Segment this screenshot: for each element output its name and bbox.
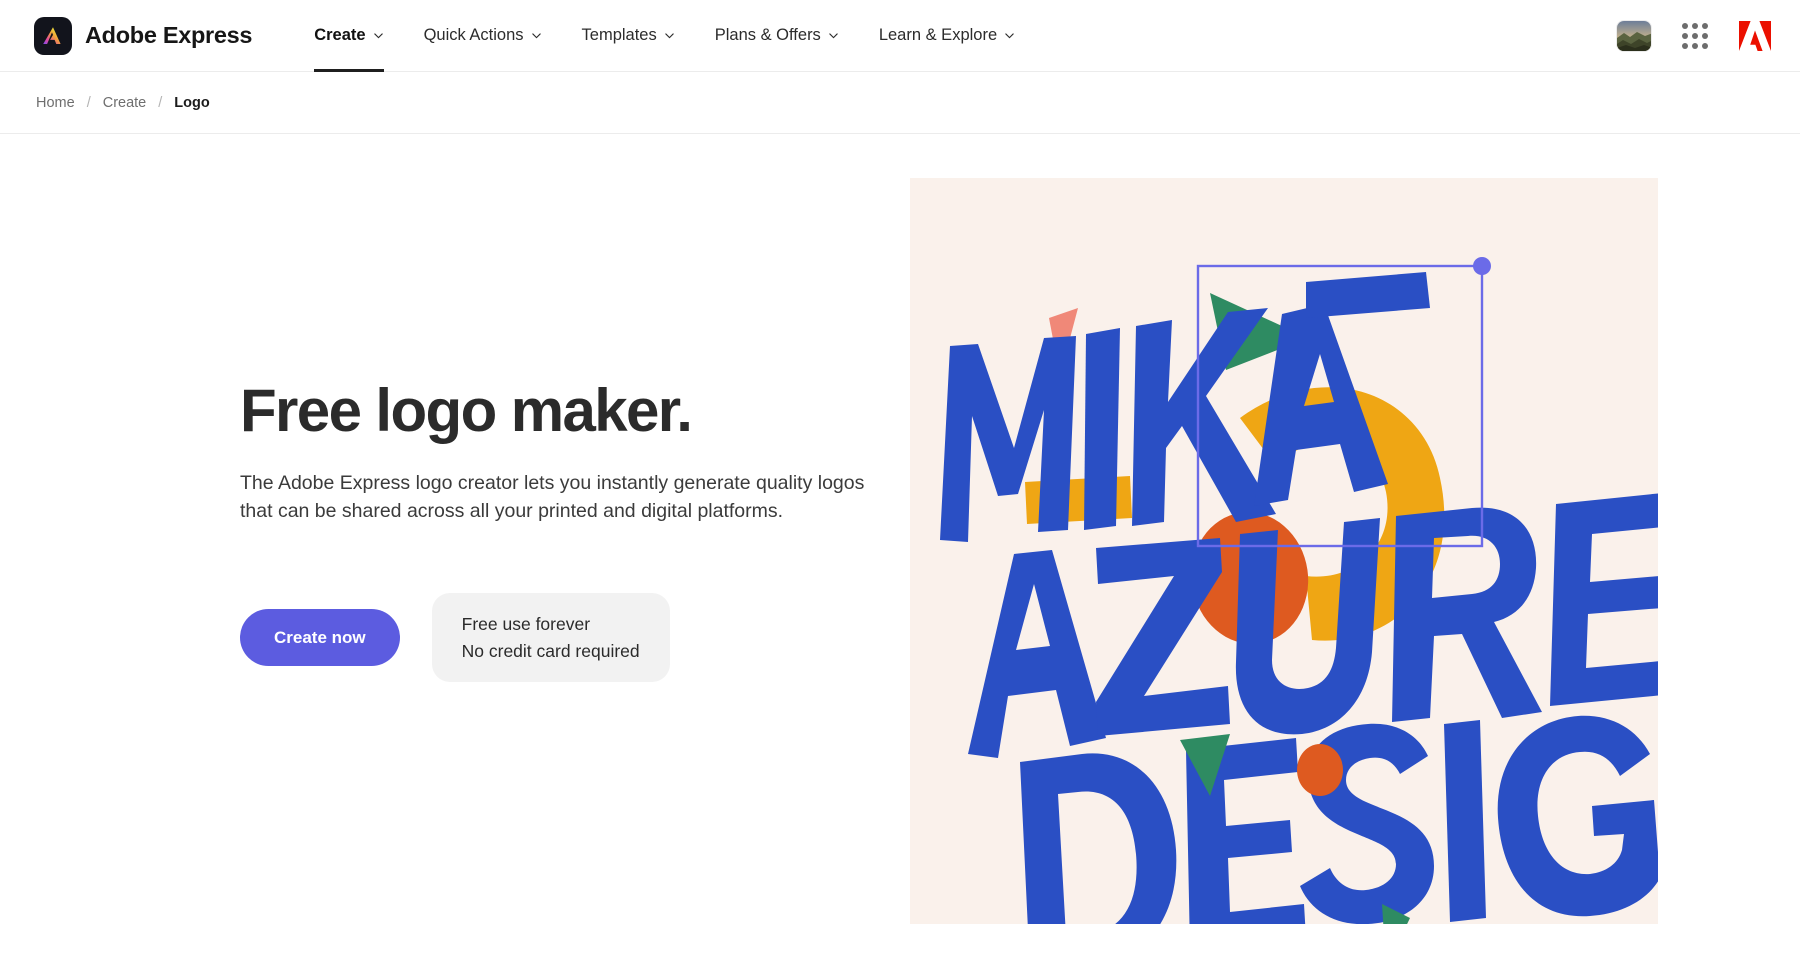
breadcrumb-separator: / bbox=[86, 94, 91, 111]
nav-item-templates-label: Templates bbox=[581, 26, 657, 44]
nav-item-quick-actions-label: Quick Actions bbox=[423, 26, 524, 44]
chevron-down-icon bbox=[664, 30, 675, 41]
free-use-line-1: Free use forever bbox=[461, 614, 591, 635]
breadcrumb-item-home[interactable]: Home bbox=[36, 95, 75, 111]
logo-preview-canvas[interactable] bbox=[910, 178, 1658, 924]
chevron-down-icon bbox=[373, 30, 384, 41]
chevron-down-icon bbox=[828, 30, 839, 41]
top-navigation-bar: Adobe Express Create Quick Actions Templ… bbox=[0, 0, 1800, 72]
nav-item-create[interactable]: Create bbox=[294, 0, 403, 72]
adobe-logo-icon[interactable] bbox=[1738, 20, 1772, 52]
nav-item-templates[interactable]: Templates bbox=[562, 0, 695, 72]
chevron-down-icon bbox=[1004, 30, 1015, 41]
brand-home-link[interactable]: Adobe Express bbox=[34, 16, 253, 55]
logo-text-mika bbox=[940, 272, 1430, 542]
logo-text-design bbox=[1020, 715, 1658, 924]
brand-name-label: Adobe Express bbox=[85, 22, 253, 48]
chevron-down-icon bbox=[531, 30, 542, 41]
primary-nav: Create Quick Actions Templates Plans & O… bbox=[294, 0, 1035, 72]
nav-item-plans-and-offers[interactable]: Plans & Offers bbox=[695, 0, 859, 72]
main-content: Free logo maker. The Adobe Express logo … bbox=[0, 134, 1800, 967]
cta-row: Create now Free use forever No credit ca… bbox=[240, 593, 880, 682]
breadcrumb-item-create[interactable]: Create bbox=[103, 95, 147, 111]
free-use-line-2: No credit card required bbox=[461, 640, 640, 661]
nav-item-create-label: Create bbox=[314, 26, 366, 44]
breadcrumb-separator: / bbox=[158, 94, 163, 111]
breadcrumb: Home / Create / Logo bbox=[36, 95, 210, 111]
user-avatar[interactable] bbox=[1616, 19, 1652, 52]
page-subtitle: The Adobe Express logo creator lets you … bbox=[240, 472, 865, 522]
breadcrumb-bar: Home / Create / Logo bbox=[0, 72, 1800, 134]
breadcrumb-item-logo: Logo bbox=[174, 94, 210, 111]
nav-item-quick-actions[interactable]: Quick Actions bbox=[404, 0, 562, 72]
orange-dot-shape bbox=[1297, 744, 1343, 796]
nav-right-actions bbox=[1616, 19, 1772, 52]
nav-item-learn-and-explore-label: Learn & Explore bbox=[878, 26, 998, 44]
create-now-button[interactable]: Create now bbox=[240, 609, 400, 667]
adobe-express-logo-icon bbox=[34, 16, 72, 55]
page-root: Adobe Express Create Quick Actions Templ… bbox=[0, 0, 1800, 967]
page-title: Free logo maker. bbox=[240, 377, 693, 444]
top-right-resize-handle bbox=[1473, 257, 1491, 275]
nav-item-plans-and-offers-label: Plans & Offers bbox=[714, 26, 821, 44]
hero-copy-block: Free logo maker. The Adobe Express logo … bbox=[240, 379, 880, 682]
logo-artwork bbox=[940, 257, 1658, 924]
free-use-info-pill: Free use forever No credit card required bbox=[431, 593, 670, 682]
nav-item-learn-and-explore[interactable]: Learn & Explore bbox=[859, 0, 1035, 72]
app-switcher-grid-icon[interactable] bbox=[1682, 22, 1708, 49]
